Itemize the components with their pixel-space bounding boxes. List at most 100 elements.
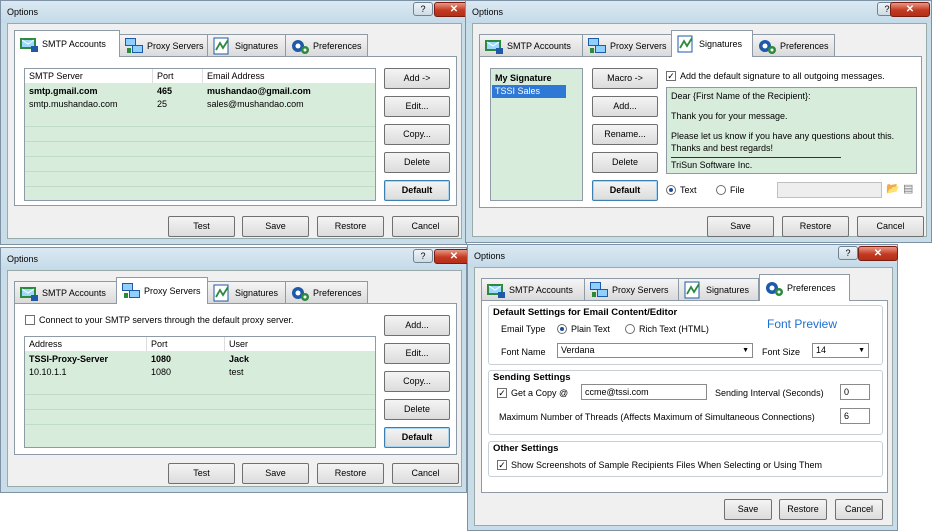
rich-text-radio[interactable] (625, 324, 635, 334)
delete-button[interactable]: Delete (592, 152, 658, 173)
max-threads-input[interactable]: 6 (840, 408, 870, 424)
tab-proxy-servers[interactable]: Proxy Servers (584, 278, 679, 300)
add-default-signature-checkbox[interactable]: ✓ (666, 71, 676, 81)
save-button[interactable]: Save (724, 499, 772, 520)
cancel-button[interactable]: Cancel (392, 216, 459, 237)
tab-proxy-servers[interactable]: Proxy Servers (119, 34, 208, 56)
test-button[interactable]: Test (168, 463, 235, 484)
preferences-icon (290, 37, 310, 55)
table-cell[interactable]: Jack (229, 353, 249, 366)
tab-smtp-accounts[interactable]: SMTP Accounts (481, 278, 585, 300)
add-button[interactable]: Add... (384, 315, 450, 336)
tab-proxy-servers[interactable]: Proxy Servers (116, 277, 208, 304)
test-button[interactable]: Test (168, 216, 235, 237)
table-cell[interactable]: 25 (157, 98, 167, 111)
open-folder-icon[interactable]: 📂 (886, 182, 900, 195)
signature-editor[interactable]: Dear {First Name of the Recipient}: Than… (666, 87, 917, 174)
signature-list[interactable]: My Signature TSSI Sales (490, 68, 583, 201)
save-button[interactable]: Save (242, 216, 309, 237)
edit-button[interactable]: Edit... (384, 343, 450, 364)
tab-signatures[interactable]: Signatures (207, 34, 286, 56)
edit-button[interactable]: Edit... (384, 96, 450, 117)
delete-button[interactable]: Delete (384, 152, 450, 173)
help-button[interactable]: ? (838, 246, 858, 260)
table-cell[interactable]: 10.10.1.1 (29, 366, 67, 379)
tab-preferences[interactable]: Preferences (752, 34, 835, 56)
tab-smtp-accounts[interactable]: SMTP Accounts (479, 34, 583, 56)
copy-email-input[interactable]: ccme@tssi.com (581, 384, 707, 400)
column-header-server[interactable]: SMTP Server (25, 69, 153, 83)
clear-icon[interactable]: ▤ (903, 182, 913, 195)
tab-preferences[interactable]: Preferences (759, 274, 850, 301)
default-button[interactable]: Default (384, 180, 450, 201)
restore-button[interactable]: Restore (779, 499, 827, 520)
get-copy-checkbox[interactable]: ✓ (497, 388, 507, 398)
use-proxy-checkbox[interactable] (25, 315, 35, 325)
font-name-value: Verdana (561, 345, 595, 355)
column-header-port[interactable]: Port (147, 337, 225, 351)
table-cell[interactable]: TSSI-Proxy-Server (29, 353, 108, 366)
cancel-button[interactable]: Cancel (857, 216, 924, 237)
table-cell[interactable]: 465 (157, 85, 172, 98)
tab-preferences[interactable]: Preferences (285, 34, 368, 56)
column-header-port[interactable]: Port (153, 69, 203, 83)
show-screenshots-checkbox[interactable]: ✓ (497, 460, 507, 470)
font-size-value: 14 (816, 345, 827, 355)
restore-button[interactable]: Restore (317, 216, 384, 237)
restore-button[interactable]: Restore (317, 463, 384, 484)
sending-interval-input[interactable]: 0 (840, 384, 870, 400)
list-item[interactable]: My Signature (495, 72, 552, 85)
tab-preferences[interactable]: Preferences (285, 281, 368, 303)
help-button[interactable]: ? (413, 2, 433, 16)
default-button[interactable]: Default (592, 180, 658, 201)
column-header-address[interactable]: Address (25, 337, 147, 351)
title-bar[interactable]: Options (466, 1, 931, 23)
save-button[interactable]: Save (242, 463, 309, 484)
column-header-user[interactable]: User (225, 337, 375, 351)
file-radio[interactable] (716, 185, 726, 195)
delete-button[interactable]: Delete (384, 399, 450, 420)
signatures-icon (212, 37, 232, 55)
table-cell[interactable]: sales@mushandao.com (207, 98, 304, 111)
font-name-select[interactable]: Verdana ▼ (557, 343, 753, 358)
add-button[interactable]: Add -> (384, 68, 450, 89)
table-cell[interactable]: test (229, 366, 244, 379)
proxy-servers-list[interactable]: Address Port User TSSI-Proxy-Server 1080… (24, 336, 376, 448)
font-size-select[interactable]: 14 ▼ (812, 343, 869, 358)
close-button[interactable]: ✕ (890, 2, 930, 17)
tab-smtp-accounts[interactable]: SMTP Accounts (14, 30, 120, 57)
title-bar[interactable]: Options (1, 248, 466, 270)
smtp-accounts-list[interactable]: SMTP Server Port Email Address smtp.gmai… (24, 68, 376, 201)
cancel-button[interactable]: Cancel (835, 499, 883, 520)
tab-proxy-servers[interactable]: Proxy Servers (582, 34, 672, 56)
tab-signatures[interactable]: Signatures (671, 30, 753, 57)
table-cell[interactable]: 1080 (151, 366, 171, 379)
signature-divider (671, 157, 841, 158)
table-cell[interactable]: smtp.mushandao.com (29, 98, 118, 111)
title-bar[interactable]: Options (1, 1, 466, 23)
column-header-email[interactable]: Email Address (203, 69, 375, 83)
tab-signatures[interactable]: Signatures (678, 278, 759, 300)
title-bar[interactable]: Options (468, 245, 897, 267)
list-item-selected[interactable]: TSSI Sales (492, 85, 566, 98)
table-cell[interactable]: smtp.gmail.com (29, 85, 98, 98)
copy-button[interactable]: Copy... (384, 124, 450, 145)
file-path-input[interactable] (777, 182, 882, 198)
text-radio[interactable] (666, 185, 676, 195)
help-button[interactable]: ? (413, 249, 433, 263)
save-button[interactable]: Save (707, 216, 774, 237)
restore-button[interactable]: Restore (782, 216, 849, 237)
rename-button[interactable]: Rename... (592, 124, 658, 145)
plain-text-radio[interactable] (557, 324, 567, 334)
table-cell[interactable]: mushandao@gmail.com (207, 85, 311, 98)
table-cell[interactable]: 1080 (151, 353, 171, 366)
cancel-button[interactable]: Cancel (392, 463, 459, 484)
close-button[interactable]: ✕ (858, 246, 898, 261)
tab-smtp-accounts[interactable]: SMTP Accounts (14, 281, 117, 303)
add-button[interactable]: Add... (592, 96, 658, 117)
macro-button[interactable]: Macro -> (592, 68, 658, 89)
copy-button[interactable]: Copy... (384, 371, 450, 392)
tab-signatures[interactable]: Signatures (207, 281, 286, 303)
default-button[interactable]: Default (384, 427, 450, 448)
sending-settings-group: Sending Settings ✓ Get a Copy @ ccme@tss… (488, 370, 883, 435)
